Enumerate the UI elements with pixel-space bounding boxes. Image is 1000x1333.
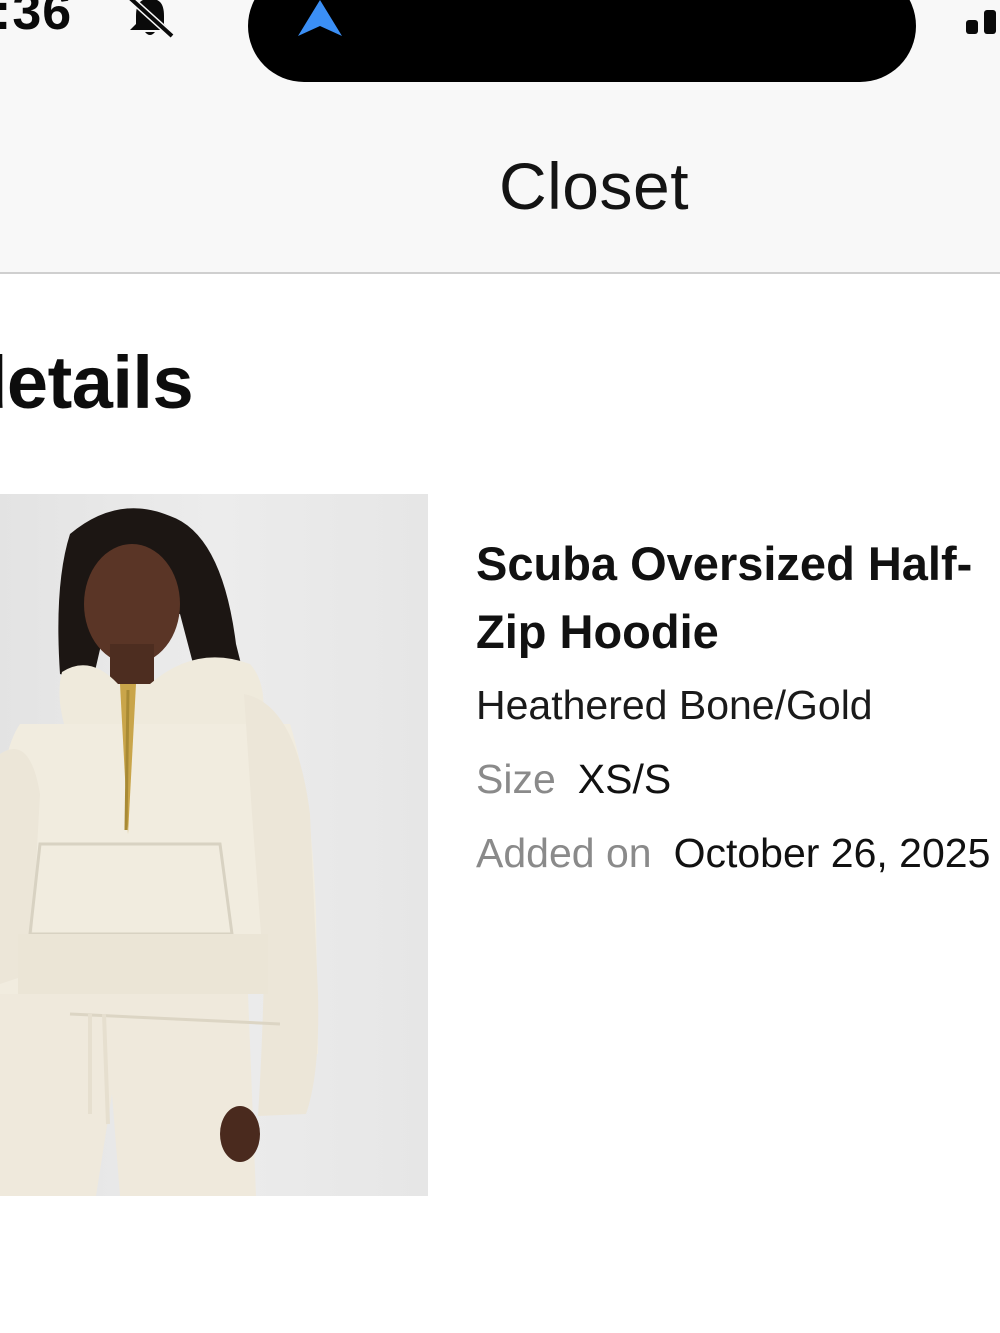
model-wearing-hoodie-photo (0, 508, 319, 1196)
closet-item-details-screen: :36 Closet Item details (0, 0, 1000, 1333)
cellular-signal-icon (964, 8, 1000, 34)
navigation-header: Closet (0, 100, 1000, 274)
size-value: XS/S (577, 756, 672, 802)
item-info: Scuba Oversized Half-Zip Hoodie Heathere… (476, 530, 1000, 880)
item-color: Heathered Bone/Gold (476, 682, 873, 728)
status-time: :36 (0, 0, 73, 41)
size-row: Size XS/S (476, 752, 1000, 806)
added-on-row: Added on October 26, 2025 (476, 826, 1000, 880)
section-heading: Item details (0, 341, 194, 424)
location-arrow-icon (294, 0, 346, 40)
status-bar: :36 (0, 0, 1000, 100)
bell-slash-icon (122, 0, 178, 39)
added-on-label: Added on (476, 830, 652, 876)
added-on-value: October 26, 2025 (673, 830, 991, 876)
item-name: Scuba Oversized Half-Zip Hoodie (476, 537, 973, 658)
size-label: Size (476, 756, 556, 802)
dynamic-island (248, 0, 916, 82)
page-title: Closet (498, 149, 690, 223)
product-image[interactable] (0, 494, 428, 1196)
